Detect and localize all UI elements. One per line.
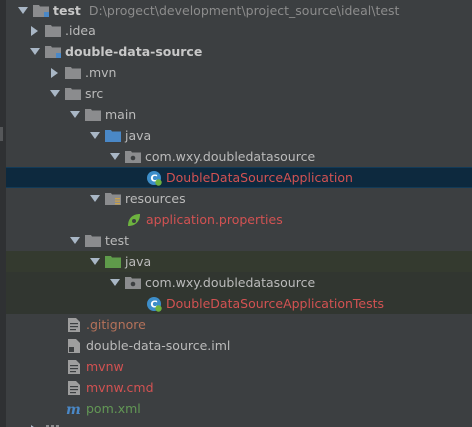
tree-node-gitignore[interactable]: .gitignore <box>6 314 472 335</box>
mvn-label: .mvn <box>85 65 117 80</box>
folder-icon <box>85 234 101 248</box>
main-label: main <box>105 107 137 122</box>
tree-node-test-class[interactable]: C DoubleDataSourceApplicationTests <box>6 293 472 314</box>
mvnw-cmd-label: mvnw.cmd <box>86 380 154 395</box>
module-file-icon <box>66 338 82 353</box>
tree-node-mvn[interactable]: .mvn <box>6 62 472 83</box>
folder-icon <box>85 108 101 122</box>
test-folder-icon <box>105 255 121 269</box>
tree-node-test-package[interactable]: com.wxy.doubledatasource <box>6 272 472 293</box>
text-file-icon <box>66 317 82 332</box>
pom-label: pom.xml <box>86 401 141 416</box>
tree-node-cutoff[interactable] <box>6 419 472 427</box>
main-package-label: com.wxy.doubledatasource <box>145 149 316 164</box>
test-package-label: com.wxy.doubledatasource <box>145 275 316 290</box>
tree-node-resources[interactable]: resources <box>6 188 472 209</box>
tree-node-iml[interactable]: double-data-source.iml <box>6 335 472 356</box>
root-name: test <box>53 3 81 18</box>
chevron-down-icon[interactable] <box>16 4 30 18</box>
src-label: src <box>85 86 104 101</box>
chevron-down-icon[interactable] <box>28 45 42 59</box>
chevron-down-icon[interactable] <box>88 192 102 206</box>
tree-node-src[interactable]: src <box>6 83 472 104</box>
maven-icon: m <box>66 402 82 416</box>
spring-class-icon: C <box>146 170 162 186</box>
gutter-marker <box>0 127 3 141</box>
chevron-down-icon[interactable] <box>48 87 62 101</box>
tree-node-mvnw-cmd[interactable]: mvnw.cmd <box>6 377 472 398</box>
test-label: test <box>105 233 130 248</box>
mvnw-label: mvnw <box>86 359 124 374</box>
main-class-label: DoubleDataSourceApplication <box>166 170 353 185</box>
resources-label: resources <box>125 191 186 206</box>
package-icon <box>125 276 141 290</box>
chevron-right-icon[interactable] <box>28 423 42 427</box>
svg-text:m: m <box>66 402 81 416</box>
chevron-down-icon[interactable] <box>88 129 102 143</box>
folder-icon <box>65 87 81 101</box>
resources-folder-icon <box>105 192 121 206</box>
module-label: double-data-source <box>65 44 203 59</box>
tree-node-main-package[interactable]: com.wxy.doubledatasource <box>6 146 472 167</box>
spring-leaf-icon <box>126 213 142 227</box>
tree-node-module[interactable]: double-data-source <box>6 41 472 62</box>
chevron-down-icon[interactable] <box>88 255 102 269</box>
spring-class-icon: C <box>146 296 162 312</box>
test-java-label: java <box>125 254 152 269</box>
tree-node-main[interactable]: main <box>6 104 472 125</box>
external-libraries-icon <box>45 423 61 427</box>
folder-icon <box>45 24 61 38</box>
chevron-down-icon[interactable] <box>108 150 122 164</box>
folder-icon <box>65 66 81 80</box>
root-path: D:\progect\development\project_source\id… <box>88 3 400 18</box>
tree-node-mvnw[interactable]: mvnw <box>6 356 472 377</box>
source-folder-icon <box>105 129 121 143</box>
idea-label: .idea <box>65 23 96 38</box>
test-class-label: DoubleDataSourceApplicationTests <box>166 296 385 311</box>
tree-node-test[interactable]: test <box>6 230 472 251</box>
tree-node-pom[interactable]: m pom.xml <box>6 398 472 419</box>
chevron-down-icon[interactable] <box>68 108 82 122</box>
chevron-down-icon[interactable] <box>68 234 82 248</box>
module-folder-icon <box>45 45 61 59</box>
text-file-icon <box>66 380 82 395</box>
tree-node-app-properties[interactable]: application.properties <box>6 209 472 230</box>
app-properties-label: application.properties <box>146 212 283 227</box>
gitignore-label: .gitignore <box>86 317 146 332</box>
package-icon <box>125 150 141 164</box>
chevron-right-icon[interactable] <box>28 24 42 38</box>
iml-label: double-data-source.iml <box>86 338 231 353</box>
project-tree-panel[interactable]: test D:\progect\development\project_sour… <box>0 0 472 427</box>
chevron-down-icon[interactable] <box>108 276 122 290</box>
tree-node-root[interactable]: test D:\progect\development\project_sour… <box>6 0 472 21</box>
tree-node-main-java[interactable]: java <box>6 125 472 146</box>
tree-node-main-class[interactable]: C DoubleDataSourceApplication <box>6 167 472 188</box>
module-folder-icon <box>33 4 49 18</box>
tree-node-test-java[interactable]: java <box>6 251 472 272</box>
main-java-label: java <box>125 128 152 143</box>
text-file-icon <box>66 359 82 374</box>
tree-node-idea[interactable]: .idea <box>6 20 472 41</box>
chevron-right-icon[interactable] <box>48 66 62 80</box>
